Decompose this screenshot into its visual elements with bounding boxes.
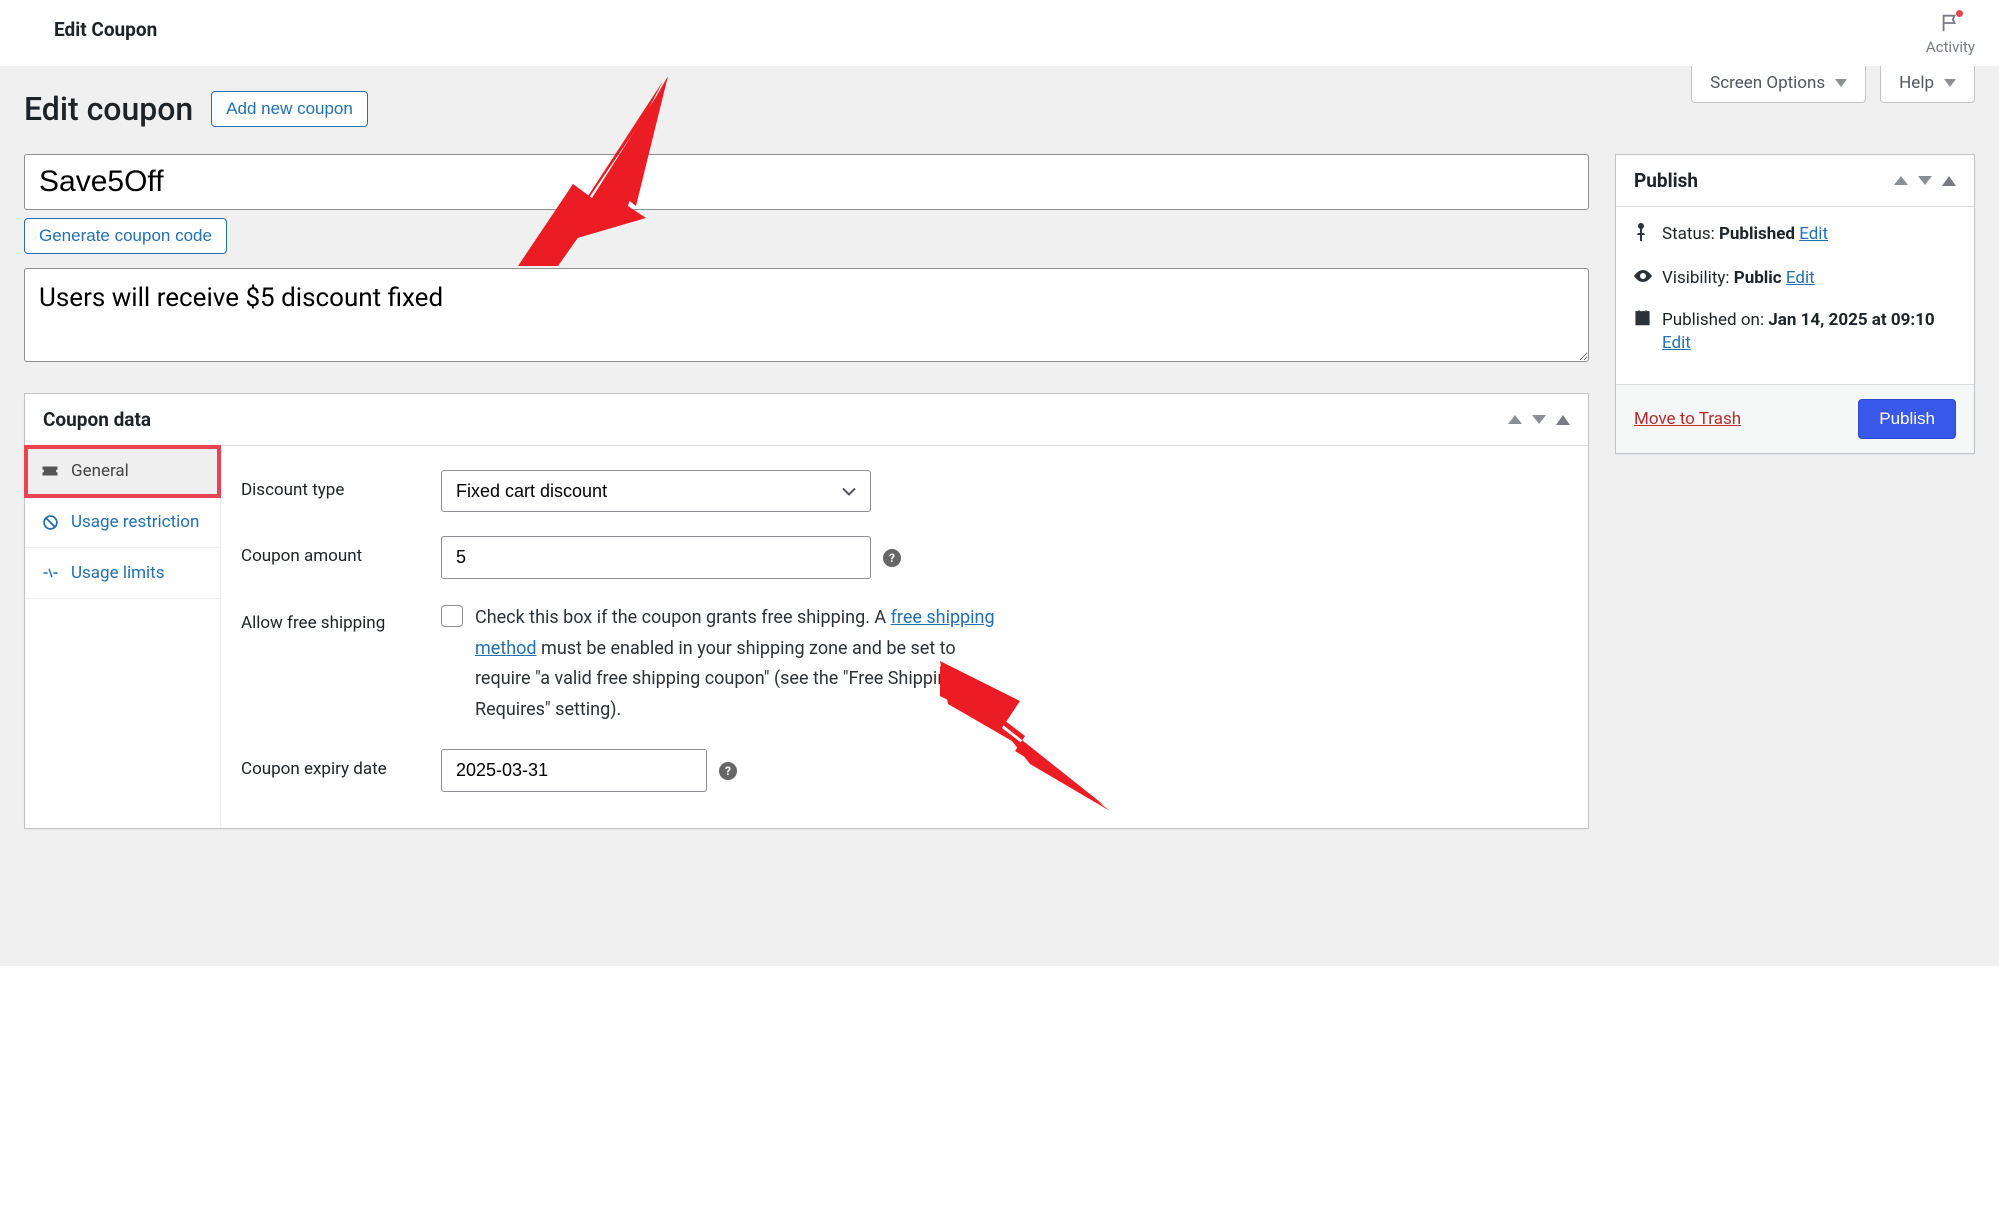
edit-visibility-link[interactable]: Edit [1786, 268, 1815, 288]
visibility-value: Public [1734, 268, 1782, 288]
status-value: Published [1719, 224, 1795, 244]
coupon-data-title: Coupon data [43, 408, 151, 431]
page-breadcrumb: Edit Coupon [24, 12, 157, 41]
coupon-data-panel: Coupon data General [24, 393, 1589, 829]
help-icon[interactable]: ? [719, 762, 737, 780]
edit-date-link[interactable]: Edit [1662, 333, 1691, 353]
tab-usage-limits-label: Usage limits [71, 562, 164, 584]
free-shipping-label: Allow free shipping [241, 603, 441, 633]
ticket-icon [41, 464, 59, 478]
publish-button[interactable]: Publish [1858, 399, 1956, 439]
tab-usage-restriction[interactable]: Usage restriction [25, 497, 220, 548]
move-to-trash-link[interactable]: Move to Trash [1634, 409, 1741, 429]
tab-general-label: General [71, 460, 129, 482]
expiry-date-input[interactable] [441, 749, 707, 792]
activity-button[interactable]: Activity [1926, 12, 1975, 56]
move-up-icon[interactable] [1894, 176, 1908, 185]
coupon-data-tabs: General Usage restriction [25, 446, 221, 828]
coupon-amount-label: Coupon amount [241, 536, 441, 566]
coupon-description-textarea[interactable]: Users will receive $5 discount fixed [24, 268, 1589, 362]
calendar-icon [1634, 309, 1652, 334]
discount-type-label: Discount type [241, 470, 441, 500]
limits-icon [41, 566, 59, 580]
help-tab[interactable]: Help [1880, 66, 1975, 103]
expiry-date-label: Coupon expiry date [241, 749, 441, 779]
free-shipping-description: Check this box if the coupon grants free… [475, 603, 995, 725]
move-down-icon[interactable] [1918, 176, 1932, 185]
help-label: Help [1899, 73, 1934, 93]
coupon-title-input[interactable] [24, 154, 1589, 210]
screen-options-label: Screen Options [1710, 73, 1825, 93]
coupon-amount-input[interactable] [441, 536, 871, 579]
move-up-icon[interactable] [1508, 415, 1522, 424]
tab-usage-limits[interactable]: Usage limits [25, 548, 220, 599]
caret-down-icon [1835, 79, 1847, 87]
pin-icon [1634, 223, 1652, 249]
tab-general[interactable]: General [25, 446, 220, 497]
publish-title: Publish [1634, 169, 1698, 192]
generate-coupon-code-button[interactable]: Generate coupon code [24, 218, 227, 254]
flag-icon [1939, 12, 1961, 34]
activity-label: Activity [1926, 38, 1975, 56]
published-date: Jan 14, 2025 at 09:10 [1768, 310, 1934, 330]
publish-panel: Publish Status: Published Edit [1615, 154, 1975, 454]
discount-type-select[interactable]: Fixed cart discount [441, 470, 871, 512]
add-new-coupon-button[interactable]: Add new coupon [211, 91, 368, 127]
page-title: Edit coupon [24, 90, 193, 128]
screen-options-tab[interactable]: Screen Options [1691, 66, 1866, 103]
toggle-panel-icon[interactable] [1556, 415, 1570, 425]
toggle-panel-icon[interactable] [1942, 176, 1956, 186]
caret-down-icon [1944, 79, 1956, 87]
free-shipping-checkbox[interactable] [441, 605, 463, 627]
eye-icon [1634, 267, 1652, 291]
move-down-icon[interactable] [1532, 415, 1546, 424]
block-icon [41, 514, 59, 531]
help-icon[interactable]: ? [883, 549, 901, 567]
edit-status-link[interactable]: Edit [1799, 224, 1828, 244]
tab-usage-restriction-label: Usage restriction [71, 511, 199, 533]
